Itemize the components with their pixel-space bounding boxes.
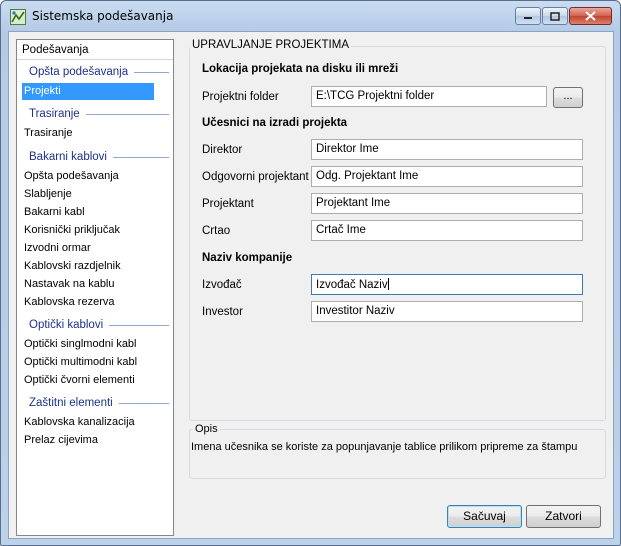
browse-folder-button[interactable]: ... (553, 87, 583, 108)
window-title: Sistemska podešavanja (32, 9, 174, 23)
divider (109, 324, 169, 326)
nav-item-bakarni-kabl[interactable]: Bakarni kabl (22, 204, 154, 221)
maximize-icon (550, 11, 560, 21)
responsible-designer-field[interactable]: Odg. Projektant Ime (311, 166, 583, 187)
nav-item-korisnicki[interactable]: Korisnički priključak (22, 222, 154, 239)
settings-window: Sistemska podešavanja Podešavanja Opšta … (0, 0, 621, 546)
company-heading: Naziv kompanije (202, 252, 293, 264)
nav-group-label: Opšta podešavanja (29, 66, 129, 78)
title-bar[interactable]: Sistemska podešavanja (1, 1, 620, 31)
project-folder-label: Projektni folder (202, 91, 279, 103)
nav-group-optical: Optički kablovi (29, 317, 169, 333)
drafter-field[interactable]: Crtač Ime (311, 220, 583, 241)
nav-item-kanalizacija[interactable]: Kablovska kanalizacija (22, 414, 154, 431)
nav-group-label: Trasiranje (29, 108, 80, 120)
designer-label: Projektant (202, 198, 254, 210)
investor-label: Investor (202, 306, 243, 318)
nav-item-izvodni-ormar[interactable]: Izvodni ormar (22, 240, 154, 257)
nav-item-kablovski-razdjelnik[interactable]: Kablovski razdjelnik (22, 258, 154, 275)
close-window-button[interactable] (569, 7, 612, 25)
app-icon (10, 9, 26, 25)
drafter-label: Crtao (202, 225, 231, 237)
window-controls (514, 7, 612, 25)
description-title: Opis (193, 423, 220, 435)
divider (134, 71, 169, 73)
nav-item-slabljenje[interactable]: Slabljenje (22, 186, 154, 203)
designer-field[interactable]: Projektant Ime (311, 193, 583, 214)
description-group (189, 429, 606, 479)
dialog-body: Podešavanja Opšta podešavanja Projekti T… (8, 31, 614, 539)
nav-item-trasiranje[interactable]: Trasiranje (22, 125, 154, 142)
close-button[interactable]: Zatvori (526, 505, 601, 528)
nav-item-projekti[interactable]: Projekti (22, 83, 154, 100)
project-folder-field[interactable]: E:\TCG Projektni folder (311, 86, 547, 107)
nav-group-copper: Bakarni kablovi (29, 149, 169, 165)
nav-item-nastavak[interactable]: Nastavak na kablu (22, 276, 154, 293)
minimize-icon (524, 17, 532, 19)
nav-item-prelaz[interactable]: Prelaz cijevima (22, 432, 154, 449)
investor-field[interactable]: Investitor Naziv (311, 301, 583, 322)
nav-group-label: Bakarni kablovi (29, 151, 107, 163)
save-button[interactable]: Sačuvaj (447, 505, 522, 528)
nav-group-label: Zaštitni elementi (29, 397, 113, 409)
maximize-button[interactable] (542, 7, 568, 25)
divider (85, 113, 169, 115)
location-heading: Lokacija projekata na disku ili mreži (202, 63, 399, 75)
divider (118, 402, 169, 404)
nav-group-protective: Zaštitni elementi (29, 395, 169, 411)
nav-item-cvorni[interactable]: Optički čvorni elementi (22, 372, 154, 389)
contractor-field[interactable]: Izvođač Naziv (311, 274, 583, 295)
nav-item-multimodni[interactable]: Optički multimodni kabl (22, 354, 154, 371)
director-label: Direktor (202, 144, 243, 156)
director-field[interactable]: Direktor Ime (311, 139, 583, 160)
text-caret (387, 278, 389, 290)
description-text: Imena učesnika se koriste za popunjavanj… (191, 441, 578, 453)
participants-heading: Učesnici na izradi projekta (202, 117, 348, 129)
group-title: UPRAVLJANJE PROJEKTIMA (190, 39, 351, 51)
nav-group-label: Optički kablovi (29, 319, 104, 331)
contractor-value: Izvođač Naziv (316, 279, 388, 291)
divider (112, 156, 169, 158)
responsible-designer-label: Odgovorni projektant (202, 171, 309, 183)
contractor-label: Izvođač (202, 279, 242, 291)
nav-item-opsta[interactable]: Opšta podešavanja (22, 168, 154, 185)
nav-group-general: Opšta podešavanja (29, 64, 169, 80)
nav-item-rezerva[interactable]: Kablovska rezerva (22, 294, 154, 311)
nav-item-singlmodni[interactable]: Optički singlmodni kabl (22, 336, 154, 353)
settings-nav: Podešavanja Opšta podešavanja Projekti T… (16, 39, 174, 536)
nav-header: Podešavanja (17, 40, 173, 60)
nav-group-routing: Trasiranje (29, 106, 169, 122)
minimize-button[interactable] (515, 7, 541, 25)
close-icon (585, 11, 596, 21)
